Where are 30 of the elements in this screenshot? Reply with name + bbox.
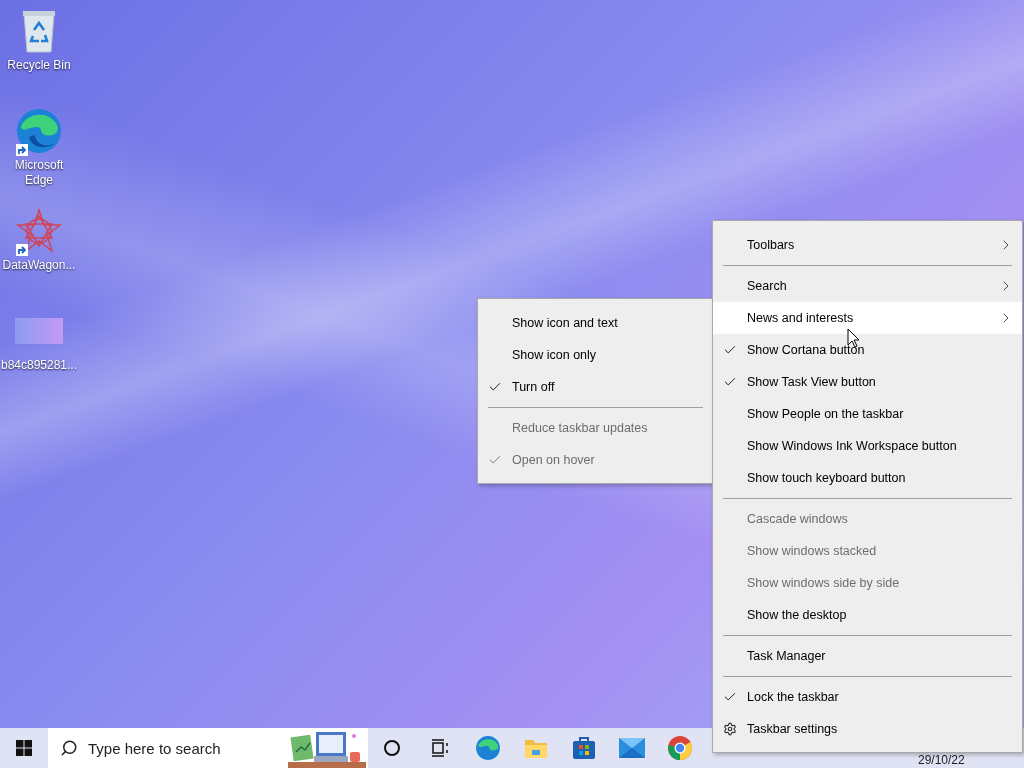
menu-item[interactable]: Lock the taskbar	[713, 681, 1022, 713]
cortana-icon[interactable]	[383, 739, 401, 757]
menu-item[interactable]: Show People on the taskbar	[713, 398, 1022, 430]
windows-logo-icon	[16, 740, 32, 756]
chrome-icon[interactable]	[667, 735, 693, 761]
menu-item[interactable]: Task Manager	[713, 640, 1022, 672]
edge-icon[interactable]	[14, 106, 64, 156]
menu-item[interactable]: Turn off	[478, 371, 713, 403]
settings-icon	[723, 722, 737, 736]
menu-item[interactable]: News and interests	[713, 302, 1022, 334]
desktop-icon-label[interactable]: Recycle Bin	[7, 58, 71, 73]
menu-item[interactable]: Show icon only	[478, 339, 713, 371]
menu-item[interactable]: Toolbars	[713, 229, 1022, 261]
menu-item[interactable]: Show icon and text	[478, 307, 713, 339]
star-pattern-icon[interactable]	[14, 206, 64, 256]
menu-item[interactable]: Show the desktop	[713, 599, 1022, 631]
menu-item[interactable]: Show Cortana button	[713, 334, 1022, 366]
menu-item[interactable]: Show Task View button	[713, 366, 1022, 398]
store-icon[interactable]	[572, 736, 596, 760]
search-icon	[60, 739, 78, 757]
menu-item[interactable]: Show touch keyboard button	[713, 462, 1022, 494]
task-view-icon[interactable]	[431, 739, 449, 757]
menu-item[interactable]: Search	[713, 270, 1022, 302]
menu-item[interactable]: Show Windows Ink Workspace button	[713, 430, 1022, 462]
date-text: 29/10/22	[918, 753, 965, 767]
menu-item[interactable]: Taskbar settings	[713, 713, 1022, 745]
search-field[interactable]: Type here to search	[86, 738, 280, 758]
mail-icon[interactable]	[619, 738, 645, 758]
folder-icon[interactable]	[524, 737, 548, 759]
search-box[interactable]: Type here to search	[48, 728, 368, 768]
